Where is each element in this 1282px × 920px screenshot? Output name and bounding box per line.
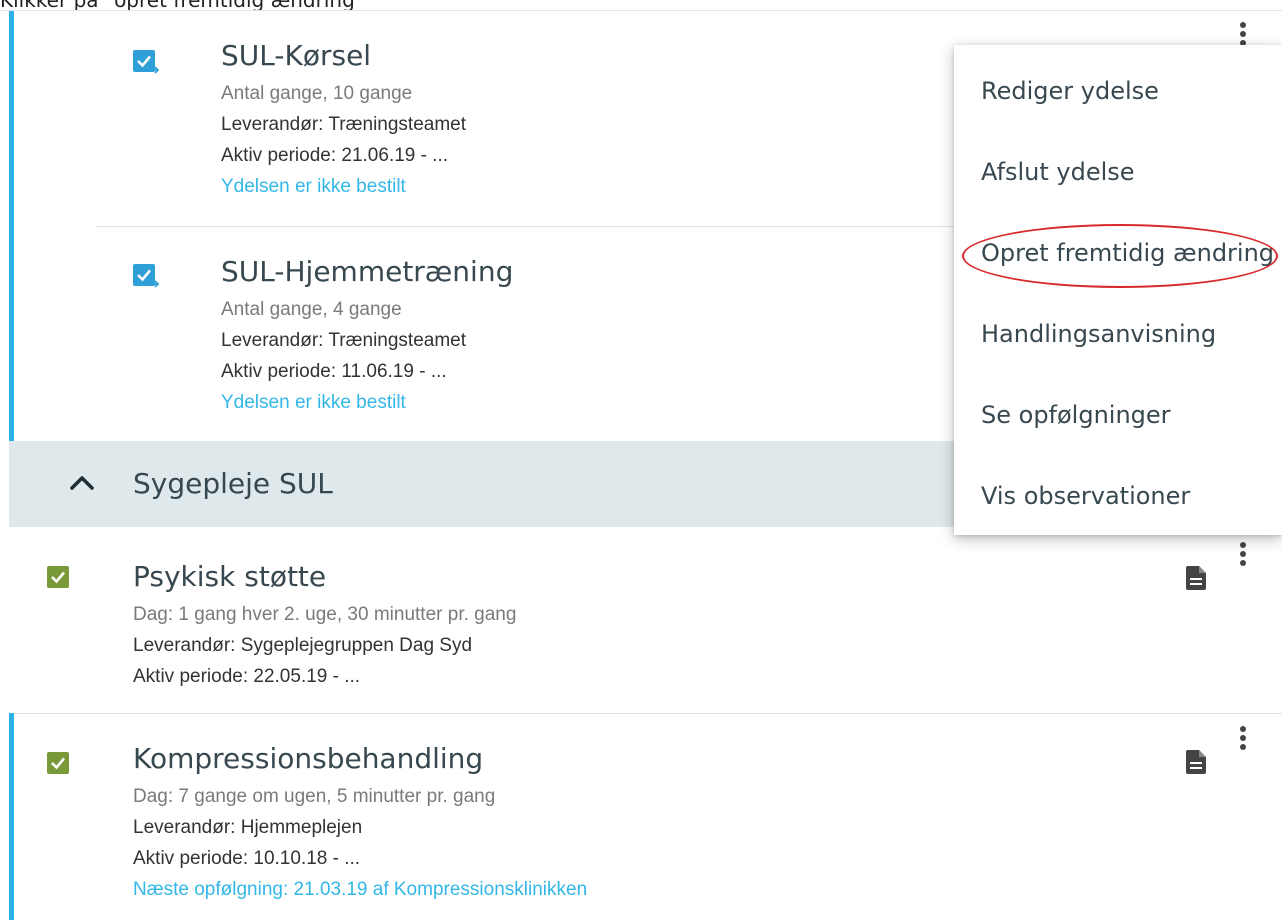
service-supplier: Leverandør: Træningsteamet bbox=[221, 114, 467, 135]
more-options-icon[interactable] bbox=[1238, 726, 1248, 750]
document-icon[interactable] bbox=[1186, 566, 1206, 590]
service-checkbox-icon[interactable] bbox=[47, 566, 69, 588]
service-checkbox-icon[interactable] bbox=[133, 50, 160, 74]
item-divider bbox=[96, 226, 954, 227]
service-frequency: Dag: 1 gang hver 2. uge, 30 minutter pr.… bbox=[133, 604, 517, 625]
service-psykisk-stotte[interactable]: Psykisk støtte Dag: 1 gang hver 2. uge, … bbox=[133, 561, 516, 692]
menu-item-se-opfolgninger[interactable]: Se opfølgninger bbox=[981, 401, 1171, 429]
menu-item-vis-observationer[interactable]: Vis observationer bbox=[981, 482, 1190, 510]
service-frequency: Antal gange, 10 gange bbox=[221, 83, 413, 104]
service-supplier: Leverandør: Hjemmeplejen bbox=[133, 817, 363, 838]
service-title: Kompressionsbehandling bbox=[133, 742, 484, 775]
menu-item-opret-fremtidig-aendring[interactable]: Opret fremtidig ændring bbox=[981, 239, 1274, 267]
service-checkbox-icon[interactable] bbox=[133, 264, 160, 288]
section-title: Sygepleje SUL bbox=[133, 467, 333, 500]
service-frequency: Dag: 7 gange om ugen, 5 minutter pr. gan… bbox=[133, 786, 496, 807]
service-title: Psykisk støtte bbox=[133, 560, 327, 593]
menu-item-handlingsanvisning[interactable]: Handlingsanvisning bbox=[981, 320, 1216, 348]
document-icon[interactable] bbox=[1186, 750, 1206, 774]
service-followup[interactable]: Næste opfølgning: 21.03.19 af Kompressio… bbox=[133, 874, 587, 905]
service-supplier: Leverandør: Sygeplejegruppen Dag Syd bbox=[133, 635, 473, 656]
menu-item-rediger-ydelse[interactable]: Rediger ydelse bbox=[981, 77, 1159, 105]
service-period: Aktiv periode: 22.05.19 - ... bbox=[133, 666, 361, 687]
service-sul-hjemmetraening[interactable]: SUL-Hjemmetræning Antal gange, 4 gange L… bbox=[221, 256, 513, 418]
service-frequency: Antal gange, 4 gange bbox=[221, 299, 402, 320]
service-period: Aktiv periode: 10.10.18 - ... bbox=[133, 848, 361, 869]
service-status: Ydelsen er ikke bestilt bbox=[221, 392, 406, 413]
service-period: Aktiv periode: 11.06.19 - ... bbox=[221, 361, 447, 382]
service-title: SUL-Kørsel bbox=[221, 39, 372, 72]
more-options-icon[interactable] bbox=[1238, 542, 1248, 566]
service-kompressionsbehandling[interactable]: Kompressionsbehandling Dag: 7 gange om u… bbox=[133, 743, 587, 905]
service-period: Aktiv periode: 21.06.19 - ... bbox=[221, 145, 449, 166]
chevron-up-icon[interactable] bbox=[69, 473, 95, 491]
menu-item-afslut-ydelse[interactable]: Afslut ydelse bbox=[981, 158, 1135, 186]
service-checkbox-icon[interactable] bbox=[47, 752, 69, 774]
service-supplier: Leverandør: Træningsteamet bbox=[221, 330, 467, 351]
service-title: SUL-Hjemmetræning bbox=[221, 255, 514, 288]
service-status: Ydelsen er ikke bestilt bbox=[221, 176, 406, 197]
context-menu: Rediger ydelse Afslut ydelse Opret fremt… bbox=[954, 45, 1282, 535]
service-sul-korsel[interactable]: SUL-Kørsel Antal gange, 10 gange Leveran… bbox=[221, 40, 466, 202]
more-options-icon[interactable] bbox=[1238, 22, 1248, 46]
